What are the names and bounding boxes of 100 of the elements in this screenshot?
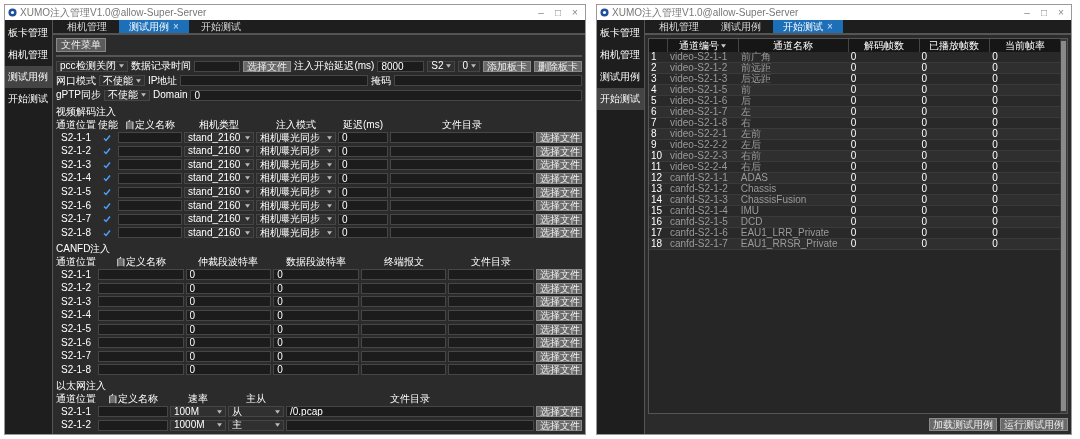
window-control[interactable]: – [534,7,548,18]
close-tab-button[interactable]: × [827,21,833,32]
dropdown[interactable]: 相机曝光同步 [256,213,336,225]
window-control[interactable]: × [568,7,582,18]
file-menu-button[interactable]: 文件菜单 [56,38,106,52]
input-field[interactable] [98,323,184,335]
input-field[interactable] [98,350,184,362]
dropdown[interactable]: 相机曝光同步 [256,132,336,144]
tab[interactable]: 相机管理 [57,20,117,33]
input-field[interactable] [98,337,184,349]
choose-file-button[interactable]: 选择文件 [536,296,582,308]
input-field[interactable]: 0 [185,364,272,376]
checkbox[interactable] [103,188,111,197]
choose-file-button[interactable]: 选择文件 [536,406,582,418]
input-field[interactable]: 0 [273,269,359,281]
checkbox[interactable] [103,133,111,142]
input-field[interactable] [98,419,168,431]
checkbox[interactable] [103,201,111,210]
checkbox[interactable] [103,174,111,183]
choose-file-button[interactable]: 选择文件 [536,186,582,198]
choose-file-button[interactable]: 选择文件 [536,159,582,171]
input-field[interactable]: 0 [338,186,388,198]
input-field[interactable]: 0 [338,145,388,157]
choose-file-button[interactable]: 选择文件 [536,213,582,225]
input-field[interactable] [118,227,182,239]
dropdown[interactable]: 相机曝光同步 [256,200,336,212]
choose-file-button[interactable]: 选择文件 [536,227,582,239]
input-field[interactable] [448,296,534,308]
input-field[interactable] [98,309,184,321]
input-field[interactable]: 0 [185,337,272,349]
input-field[interactable] [390,186,534,198]
checkbox[interactable] [103,160,111,169]
input-field[interactable]: 0 [185,323,272,335]
choose-file-button[interactable]: 选择文件 [536,269,582,281]
input-field[interactable] [98,282,184,294]
input-field[interactable] [390,145,534,157]
input-field[interactable] [360,296,447,308]
input-field[interactable]: 0 [338,159,388,171]
choose-file-button[interactable]: 添加板卡 [483,60,531,72]
input-field[interactable] [360,269,447,281]
choose-file-button[interactable]: 选择文件 [536,337,582,349]
input-field[interactable]: 0 [273,323,359,335]
sidebar-item[interactable]: 开始测试 [597,88,644,110]
input-field[interactable] [98,406,168,418]
input-field[interactable]: 0 [338,132,388,144]
checkbox[interactable] [103,147,111,156]
dropdown[interactable]: 主 [228,419,284,431]
input-field[interactable] [360,350,447,362]
input-field[interactable]: 0 [273,350,359,362]
input-field[interactable]: 0 [338,227,388,239]
dropdown[interactable]: stand_2160 [184,132,254,144]
input-field[interactable] [448,269,534,281]
choose-file-button[interactable]: 选择文件 [536,282,582,294]
input-field[interactable] [98,296,184,308]
choose-file-button[interactable]: 选择文件 [536,350,582,362]
choose-file-button[interactable]: 选择文件 [536,200,582,212]
input-field[interactable] [118,132,182,144]
checkbox[interactable] [103,228,111,237]
choose-file-button[interactable]: 选择文件 [536,145,582,157]
input-field[interactable]: 0 [273,364,359,376]
input-field[interactable]: 0 [185,296,272,308]
input-field[interactable] [448,309,534,321]
input-field[interactable]: 0 [185,350,272,362]
input-field[interactable] [390,132,534,144]
dropdown[interactable]: 从 [228,406,284,418]
input-field[interactable] [390,227,534,239]
dropdown[interactable]: stand_2160 [184,200,254,212]
input-field[interactable] [118,186,182,198]
window-control[interactable]: × [1054,7,1068,18]
dropdown[interactable]: pcc检测关闭 [56,60,128,72]
dropdown[interactable]: stand_2160 [184,172,254,184]
input-field[interactable] [118,213,182,225]
sidebar-item[interactable]: 相机管理 [5,44,52,66]
tab[interactable]: 开始测试 [190,20,251,33]
input-field[interactable]: 8000 [377,60,425,72]
input-field[interactable]: 0 [273,337,359,349]
choose-file-button[interactable]: 选择文件 [536,132,582,144]
dropdown[interactable]: stand_2160 [184,186,254,198]
choose-file-button[interactable]: 选择文件 [536,172,582,184]
choose-file-button[interactable]: 选择文件 [536,323,582,335]
tab[interactable]: 测试用例 [711,20,771,33]
test-case-button[interactable]: 运行测试用例 [1000,418,1068,431]
choose-file-button[interactable]: 删除板卡 [534,60,582,72]
sidebar-item[interactable]: 开始测试 [5,88,52,110]
choose-file-button[interactable]: 选择文件 [243,60,292,72]
input-field[interactable] [390,213,534,225]
checkbox[interactable] [103,215,111,224]
choose-file-button[interactable]: 选择文件 [536,419,582,431]
input-field[interactable] [98,364,184,376]
sidebar-item[interactable]: 板卡管理 [597,22,644,44]
input-field[interactable] [118,172,182,184]
window-control[interactable]: – [1020,7,1034,18]
dropdown[interactable]: 相机曝光同步 [256,186,336,198]
input-field[interactable]: 0 [185,309,272,321]
dropdown[interactable]: stand_2160 [184,227,254,239]
input-field[interactable]: 0 [273,296,359,308]
dropdown[interactable]: stand_2160 [184,213,254,225]
input-field[interactable]: 0 [190,89,582,101]
input-field[interactable] [448,282,534,294]
dropdown[interactable]: stand_2160 [184,145,254,157]
